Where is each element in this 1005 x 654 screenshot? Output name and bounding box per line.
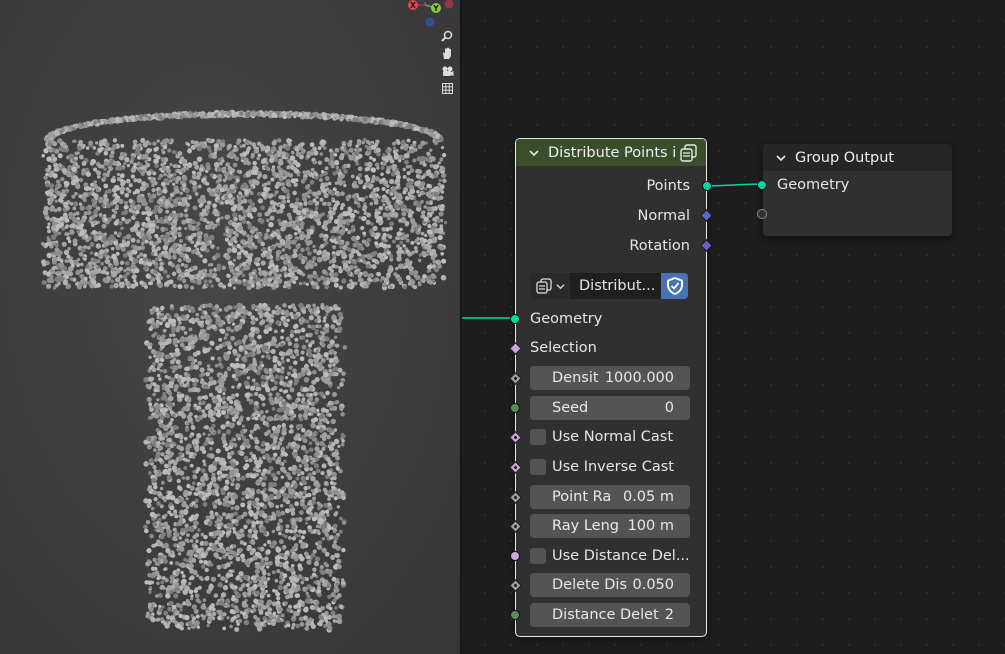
distribute-points-node[interactable]: Distribute Points i Points Normal Rotati… xyxy=(509,138,713,637)
output-label: Rotation xyxy=(629,238,690,254)
chevron-down-icon[interactable] xyxy=(775,152,787,164)
link-points-to-output xyxy=(703,183,764,187)
socket-geometry-in[interactable] xyxy=(510,314,520,324)
input-label: Geometry xyxy=(530,311,603,327)
output-points: Points xyxy=(516,174,706,198)
delete-distance-field[interactable]: Delete Dis 0.050 xyxy=(530,573,690,597)
node-header[interactable]: Group Output xyxy=(763,144,952,171)
field-label: Point Ra xyxy=(552,489,612,505)
socket-seed[interactable] xyxy=(510,403,520,413)
distance-delete-field[interactable]: Distance Delet 2 xyxy=(530,603,690,627)
field-value: 0 xyxy=(664,400,674,416)
node-group-selector[interactable]: Distribut... xyxy=(530,273,688,299)
zoom-icon[interactable] xyxy=(438,28,456,44)
checkbox-box[interactable] xyxy=(530,548,546,564)
gizmo-y-label: Y xyxy=(432,4,439,13)
use-normal-cast-checkbox[interactable]: Use Normal Cast xyxy=(530,425,673,449)
socket-distance-delete[interactable] xyxy=(510,610,520,620)
fake-user-toggle[interactable] xyxy=(661,273,688,299)
3d-viewport[interactable]: X Y xyxy=(0,0,460,654)
output-label: Points xyxy=(646,178,690,194)
socket-empty-virtual[interactable] xyxy=(757,209,767,219)
grid-icon[interactable] xyxy=(438,80,456,96)
node-group-icon xyxy=(680,143,697,162)
node-header[interactable]: Distribute Points i xyxy=(516,139,706,166)
checkbox-box[interactable] xyxy=(530,459,546,475)
output-label: Normal xyxy=(637,208,690,224)
shield-check-icon xyxy=(666,277,683,295)
hand-icon[interactable] xyxy=(438,45,456,61)
output-rotation: Rotation xyxy=(516,234,706,258)
input-selection: Selection xyxy=(516,336,706,360)
field-label: Densit xyxy=(552,370,599,386)
gizmo-neg-z-axis[interactable] xyxy=(425,17,435,27)
camera-icon[interactable] xyxy=(438,63,456,79)
node-editor[interactable]: Distribute Points i Points Normal Rotati… xyxy=(462,0,1005,654)
field-value: 1000.000 xyxy=(604,370,674,386)
checkbox-label: Use Distance Del... xyxy=(552,548,690,564)
node-title: Distribute Points i xyxy=(548,144,677,161)
field-label: Ray Leng xyxy=(552,518,619,534)
input-geometry: Geometry xyxy=(516,307,706,331)
checkbox-label: Use Normal Cast xyxy=(552,429,674,445)
point-radius-field[interactable]: Point Ra 0.05 m xyxy=(530,485,690,509)
navigation-gizmo[interactable]: X Y xyxy=(405,0,460,30)
group-output-node[interactable]: Group Output Geometry xyxy=(757,143,953,237)
field-value: 0.050 xyxy=(632,577,674,593)
gizmo-x-label: X xyxy=(410,1,416,10)
gizmo-neg-y-axis[interactable] xyxy=(444,0,454,9)
input-label: Geometry xyxy=(777,177,850,193)
checkbox-label: Use Inverse Cast xyxy=(552,459,674,475)
output-normal: Normal xyxy=(516,204,706,228)
input-label: Selection xyxy=(530,340,597,356)
use-distance-delete-checkbox[interactable]: Use Distance Del... xyxy=(530,544,690,568)
use-inverse-cast-checkbox[interactable]: Use Inverse Cast xyxy=(530,455,674,479)
node-group-name-field[interactable]: Distribut... xyxy=(570,273,661,299)
field-label: Delete Dis xyxy=(552,577,627,593)
ray-length-field[interactable]: Ray Leng 100 m xyxy=(530,514,690,538)
node-tree-icon xyxy=(536,278,552,294)
density-field[interactable]: Densit 1000.000 xyxy=(530,366,690,390)
seed-field[interactable]: Seed 0 xyxy=(530,396,690,420)
input-geometry: Geometry xyxy=(763,173,952,197)
bolt-point-cloud xyxy=(40,109,448,633)
field-value: 0.05 m xyxy=(622,489,674,505)
socket-use-distance-delete[interactable] xyxy=(510,551,520,561)
socket-geometry-out[interactable] xyxy=(757,180,767,190)
field-value: 100 m xyxy=(627,518,674,534)
checkbox-box[interactable] xyxy=(530,429,546,445)
field-value: 2 xyxy=(664,607,674,623)
chevron-down-icon xyxy=(556,283,565,289)
field-label: Distance Delet xyxy=(552,607,659,623)
field-label: Seed xyxy=(552,400,589,416)
chevron-down-icon[interactable] xyxy=(528,147,540,159)
socket-points[interactable] xyxy=(702,181,712,191)
node-title: Group Output xyxy=(795,149,895,166)
node-group-browse-button[interactable] xyxy=(530,273,570,299)
